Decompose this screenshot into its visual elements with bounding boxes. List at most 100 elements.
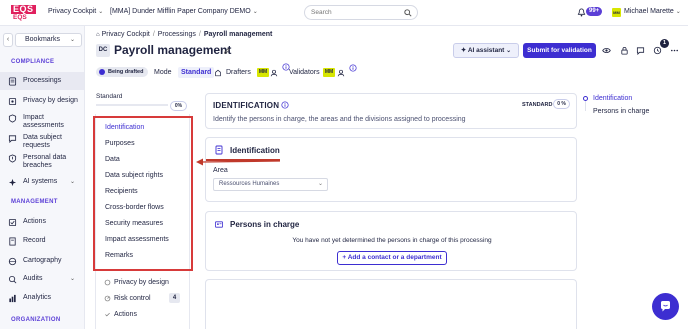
sidebar-item-analytics[interactable]: Analytics xyxy=(0,294,84,303)
top-bar: EQS EQS Privacy Cockpit ⌄ [MMA] Dunder Mi… xyxy=(0,0,688,26)
validator-avatar[interactable]: MM xyxy=(323,68,335,77)
sidebar-item-label: Audits xyxy=(23,275,43,282)
bell-icon[interactable] xyxy=(577,8,586,17)
sidebar-item-impact-assessments[interactable]: Impact assessments xyxy=(0,114,70,130)
mode-value[interactable]: Standard xyxy=(178,67,215,78)
form-nav-remarks[interactable]: Remarks xyxy=(105,252,133,259)
document-icon xyxy=(215,145,223,155)
requests-icon xyxy=(8,135,17,143)
area-select[interactable]: Ressources Humaines ⌄ xyxy=(213,178,328,191)
form-nav-data[interactable]: Data xyxy=(105,156,120,163)
search-icon[interactable] xyxy=(404,9,412,17)
form-nav-privacy-by-design[interactable]: Privacy by design xyxy=(104,279,169,286)
drafters-icon xyxy=(215,69,221,77)
app-switcher-dropdown[interactable]: Privacy Cockpit ⌄ xyxy=(48,8,103,15)
form-nav-purposes[interactable]: Purposes xyxy=(105,140,135,147)
sidebar-item-label: Impact assessments xyxy=(23,114,64,129)
user-avatar[interactable]: MM xyxy=(612,8,621,17)
help-chat-button[interactable] xyxy=(652,293,679,320)
toc-line xyxy=(585,101,586,111)
home-icon[interactable]: ⌂ xyxy=(96,32,100,38)
company-dropdown[interactable]: [MMA] Dunder Mifflin Paper Company DEMO ⌄ xyxy=(110,8,258,15)
toc-persons-in-charge[interactable]: Persons in charge xyxy=(593,108,649,115)
drafter-avatar[interactable]: MM xyxy=(257,68,269,77)
standard-progress-bar xyxy=(96,104,168,106)
search-input[interactable] xyxy=(311,9,401,16)
next-section-card xyxy=(205,279,577,329)
notification-count-badge[interactable]: 99+ xyxy=(586,7,603,16)
sidebar-item-data-subject-requests[interactable]: Data subject requests xyxy=(0,134,70,150)
sidebar-item-cartography[interactable]: Cartography xyxy=(0,257,84,266)
sidebar-item-label: Record xyxy=(23,237,46,244)
bookmarks-label: Bookmarks xyxy=(25,36,61,43)
form-nav-identification[interactable]: Identification xyxy=(105,124,144,131)
form-nav-security-measures[interactable]: Security measures xyxy=(105,220,163,227)
breadcrumb-link[interactable]: Processings xyxy=(158,31,196,38)
eqs-logo[interactable]: EQS EQS xyxy=(11,5,36,22)
collapse-sidebar-button[interactable]: ‹ xyxy=(3,33,13,47)
ai-assistant-button[interactable]: ✦ AI assistant ⌄ xyxy=(453,43,519,58)
privacy-design-icon xyxy=(104,279,111,286)
sidebar-item-ai-systems[interactable]: AI systems ⌄ xyxy=(0,178,84,187)
actions-icon xyxy=(105,312,110,317)
chevron-down-icon: ⌄ xyxy=(506,48,512,54)
add-user-icon[interactable] xyxy=(337,69,345,77)
breadcrumb-link[interactable]: Privacy Cockpit xyxy=(102,31,150,38)
form-nav-recipients[interactable]: Recipients xyxy=(105,188,138,195)
search-box[interactable] xyxy=(304,5,418,20)
sidebar-item-personal-data-breaches[interactable]: Personal data breaches xyxy=(0,154,78,170)
toc-identification[interactable]: Identification xyxy=(593,95,632,102)
form-nav-impact-assessments[interactable]: Impact assessments xyxy=(105,236,169,243)
sidebar-item-actions[interactable]: Actions xyxy=(0,218,84,227)
ai-icon xyxy=(8,178,17,187)
section-progress-value: 0 % xyxy=(553,99,570,109)
lock-icon[interactable] xyxy=(620,46,629,55)
sidebar-item-label: Actions xyxy=(23,218,46,225)
risk-control-count: 4 xyxy=(169,293,180,303)
logo-subtext: EQS xyxy=(13,14,27,21)
comments-icon[interactable] xyxy=(636,46,645,55)
sidebar-item-privacy-by-design[interactable]: Privacy by design xyxy=(0,97,84,106)
add-contact-button[interactable]: + Add a contact or a department xyxy=(337,251,447,265)
form-nav-cross-border-flows[interactable]: Cross-border flows xyxy=(105,204,164,211)
chevron-down-icon: ⌄ xyxy=(252,9,258,15)
identification-area-card: Identification Area Ressources Humaines … xyxy=(205,137,577,202)
processing-type-tag: DC xyxy=(96,44,110,57)
drafters-label: Drafters xyxy=(226,69,251,76)
history-icon[interactable] xyxy=(653,46,662,55)
form-nav-risk-control[interactable]: Risk control xyxy=(104,295,151,302)
chevron-down-icon: ⌄ xyxy=(69,37,75,43)
submit-for-validation-button[interactable]: Submit for validation xyxy=(523,43,596,58)
chevron-down-icon: ⌄ xyxy=(317,181,323,187)
more-options-icon[interactable] xyxy=(670,46,679,55)
user-menu[interactable]: Michael Marette ⌄ xyxy=(624,8,681,15)
sidebar-item-record[interactable]: Record xyxy=(0,237,84,246)
form-nav-actions[interactable]: Actions xyxy=(104,311,137,318)
form-nav-data-subject-rights[interactable]: Data subject rights xyxy=(105,172,163,179)
sidebar-item-label: AI systems xyxy=(23,178,58,185)
mode-label: Mode xyxy=(154,69,172,76)
bookmarks-dropdown[interactable]: Bookmarks ⌄ xyxy=(15,33,82,47)
status-text: Being drafted xyxy=(108,69,144,75)
edit-icon[interactable] xyxy=(223,47,231,55)
sidebar-item-label: Personal data breaches xyxy=(23,154,67,169)
breadcrumb-current: Payroll management xyxy=(203,31,273,38)
persons-in-charge-card: Persons in charge You have not yet deter… xyxy=(205,211,577,271)
standard-progress-label: Standard xyxy=(96,93,123,100)
add-user-icon[interactable] xyxy=(270,69,278,77)
card-title: Identification xyxy=(230,146,280,155)
info-icon[interactable] xyxy=(349,64,357,72)
page-title: Payroll management xyxy=(114,43,232,57)
chevron-down-icon: ⌄ xyxy=(69,179,75,185)
audits-icon xyxy=(8,275,17,284)
sidebar: ‹ Bookmarks ⌄ COMPLIANCE Processings Pri… xyxy=(0,26,85,329)
risk-control-icon xyxy=(104,295,111,302)
eye-icon[interactable] xyxy=(602,46,611,55)
identification-section-card: IDENTIFICATION STANDARD 0 % Identify the… xyxy=(205,93,577,129)
user-name: Michael Marette xyxy=(624,8,674,15)
info-icon[interactable] xyxy=(281,101,289,109)
sidebar-item-audits[interactable]: Audits ⌄ xyxy=(0,275,84,284)
standard-label: STANDARD xyxy=(522,102,553,108)
sidebar-item-processings[interactable]: Processings xyxy=(0,72,84,90)
annotation-arrow-icon xyxy=(196,158,281,166)
